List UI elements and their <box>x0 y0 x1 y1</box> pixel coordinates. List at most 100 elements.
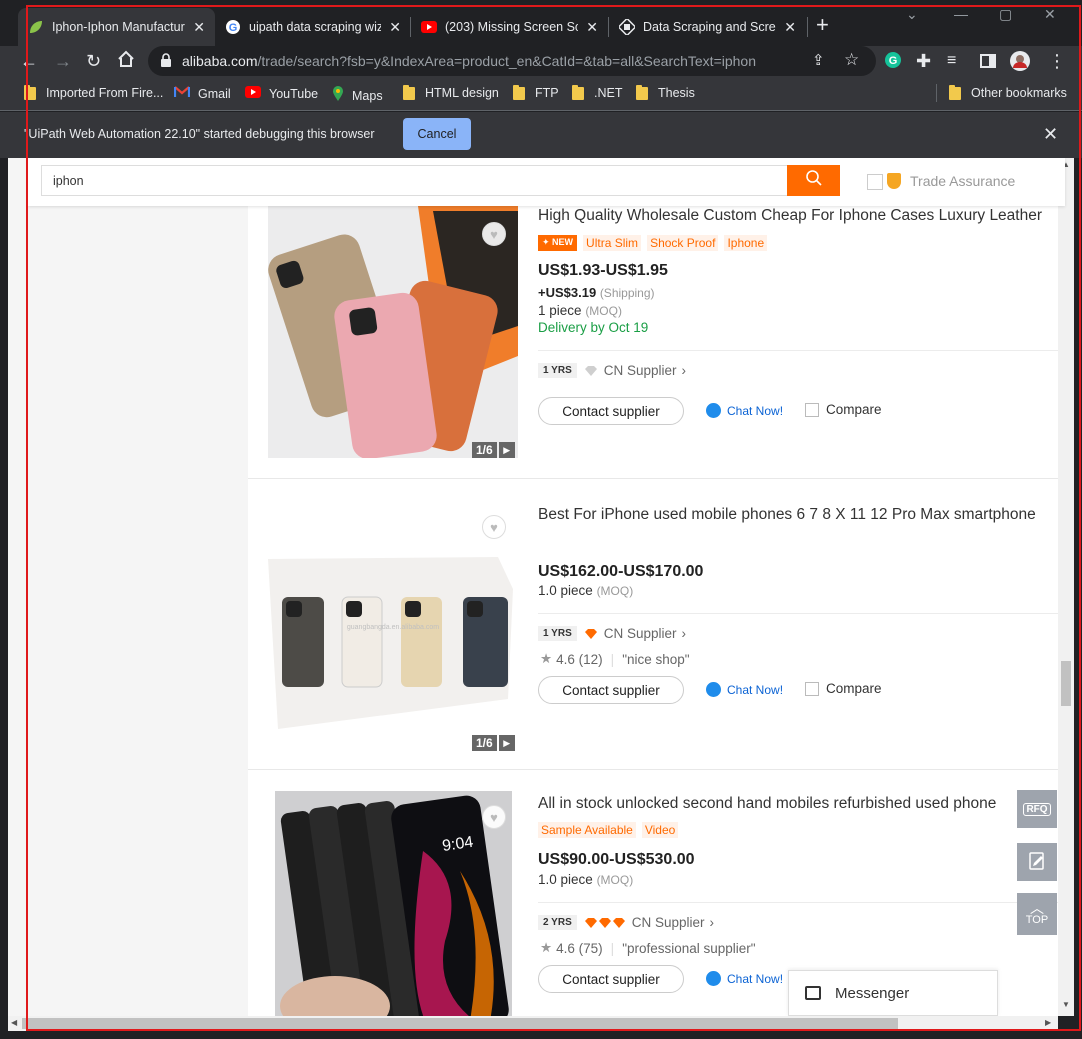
search-button[interactable] <box>787 165 840 196</box>
chat-label: Chat Now! <box>727 971 784 986</box>
results-list: ♥ 1/6 ▶ High Quality Wholesale Custom Che… <box>248 158 1074 1016</box>
feedback-button[interactable] <box>1017 843 1057 881</box>
extensions-icon[interactable]: ✚ <box>916 50 931 72</box>
rfq-button[interactable]: RFQ <box>1017 790 1057 828</box>
vertical-scrollbar[interactable]: ▲ ▼ <box>1058 158 1074 1016</box>
address-bar[interactable]: alibaba.com/trade/search?fsb=y&IndexArea… <box>148 46 876 76</box>
bookmark-star-icon[interactable]: ☆ <box>844 50 859 70</box>
forward-icon[interactable]: → <box>54 50 72 72</box>
bookmark-label: .NET <box>594 86 623 100</box>
scroll-right-icon[interactable]: ▶ <box>1045 1018 1051 1027</box>
product-image[interactable]: guangbangda.en.alibaba.com <box>268 499 518 751</box>
compare-toggle[interactable]: Compare <box>805 681 882 696</box>
product-image[interactable]: 9:04 <box>275 791 512 1016</box>
supplier-rating[interactable]: ★ 4.6 (12) | "nice shop" <box>540 651 690 667</box>
grammarly-icon[interactable]: G <box>884 51 902 74</box>
menu-kebab-icon[interactable]: ⋮ <box>1048 50 1066 72</box>
side-panel-icon[interactable] <box>980 52 996 74</box>
profile-avatar[interactable] <box>1009 50 1031 77</box>
years-badge: 2 YRS <box>538 915 577 930</box>
contact-supplier-button[interactable]: Contact supplier <box>538 965 684 993</box>
bookmark-html-design[interactable]: HTML design <box>403 84 499 100</box>
browser-window: Iphon-Iphon Manufactur ✕ G uipath data s… <box>0 0 1082 1039</box>
close-icon[interactable]: ✕ <box>1043 124 1058 145</box>
bookmark-label: HTML design <box>425 86 499 100</box>
contact-supplier-button[interactable]: Contact supplier <box>538 397 684 425</box>
product-title[interactable]: All in stock unlocked second hand mobile… <box>538 795 1018 813</box>
bookmark-gmail[interactable]: Gmail <box>173 86 231 101</box>
supplier-info[interactable]: 1 YRS CN Supplier › <box>538 363 686 378</box>
minimize-icon[interactable]: — <box>954 6 968 22</box>
favorite-heart-icon[interactable]: ♥ <box>482 222 506 246</box>
vertical-scroll-thumb[interactable] <box>1061 661 1071 706</box>
favorite-heart-icon[interactable]: ♥ <box>482 805 506 829</box>
product-image[interactable] <box>268 206 518 458</box>
chat-now-link[interactable]: Chat Now! <box>706 682 783 697</box>
close-icon[interactable]: ✕ <box>389 19 401 36</box>
contact-supplier-button[interactable]: Contact supplier <box>538 676 684 704</box>
messenger-label: Messenger <box>835 984 910 1002</box>
google-icon: G <box>225 19 241 35</box>
supplier-info[interactable]: 2 YRS CN Supplier › <box>538 915 714 930</box>
bookmark-imported[interactable]: Imported From Fire... <box>24 84 163 100</box>
supplier-rating[interactable]: ★ 4.6 (75) | "professional supplier" <box>540 940 756 956</box>
back-icon[interactable]: ← <box>20 50 38 72</box>
folder-icon <box>513 84 525 100</box>
supplier-type: CN Supplier <box>631 915 705 930</box>
product-price: US$1.93-US$1.95 <box>538 262 668 279</box>
window-close-icon[interactable]: ✕ <box>1044 6 1056 23</box>
close-icon[interactable]: ✕ <box>784 19 796 36</box>
edit-note-icon <box>1027 851 1047 874</box>
horizontal-scroll-thumb[interactable] <box>22 1018 898 1029</box>
chat-now-link[interactable]: Chat Now! <box>706 971 783 986</box>
product-title[interactable]: Best For iPhone used mobile phones 6 7 8… <box>538 506 1066 524</box>
review-quote: "professional supplier" <box>622 940 756 956</box>
cancel-debugging-button[interactable]: Cancel <box>403 118 471 150</box>
horizontal-scrollbar[interactable]: ◀ ▶ <box>8 1016 1058 1031</box>
home-icon[interactable] <box>117 50 135 73</box>
supplier-level-icon <box>584 365 597 376</box>
messenger-button[interactable]: Messenger <box>788 970 998 1016</box>
trade-assurance-checkbox[interactable] <box>867 174 883 190</box>
reading-list-icon[interactable]: ≡ <box>947 50 956 72</box>
compare-checkbox[interactable] <box>805 681 819 696</box>
tab-data-scraping[interactable]: Data Scraping and Screen ✕ <box>609 8 806 46</box>
svg-text:G: G <box>229 22 238 34</box>
chevron-right-icon: › <box>681 626 687 641</box>
supplier-type: CN Supplier <box>603 363 677 378</box>
close-icon[interactable]: ✕ <box>193 19 205 36</box>
compare-checkbox[interactable] <box>805 402 819 417</box>
scroll-down-icon[interactable]: ▼ <box>1062 1000 1070 1009</box>
bookmark-dotnet[interactable]: .NET <box>572 84 623 100</box>
bookmark-other[interactable]: Other bookmarks <box>949 84 1067 100</box>
tab-alibaba[interactable]: Iphon-Iphon Manufactur ✕ <box>18 8 215 46</box>
tab-uipath-search[interactable]: G uipath data scraping wiz ✕ <box>215 8 411 46</box>
url-host: alibaba.com <box>182 53 258 69</box>
supplier-info[interactable]: 1 YRS CN Supplier › <box>538 626 686 641</box>
back-to-top-button[interactable]: ︿ TOP <box>1017 893 1057 935</box>
years-value: 2 <box>543 917 549 928</box>
maximize-icon[interactable]: ▢ <box>999 6 1012 23</box>
search-input[interactable]: iphon <box>41 165 789 196</box>
moq: 1.0 piece (MOQ) <box>538 583 633 598</box>
bookmark-ftp[interactable]: FTP <box>513 84 559 100</box>
share-icon[interactable]: ⇪ <box>812 51 825 69</box>
scroll-left-icon[interactable]: ◀ <box>11 1018 17 1027</box>
favorite-heart-icon[interactable]: ♥ <box>482 515 506 539</box>
bookmark-thesis[interactable]: Thesis <box>636 84 695 100</box>
tab-youtube[interactable]: (203) Missing Screen Scr ✕ <box>411 8 608 46</box>
new-tab-button[interactable]: + <box>816 14 829 36</box>
reload-icon[interactable]: ↻ <box>86 50 101 72</box>
chat-now-link[interactable]: Chat Now! <box>706 403 783 418</box>
product-title[interactable]: High Quality Wholesale Custom Cheap For … <box>538 207 1066 225</box>
tab-search-icon[interactable]: ⌄ <box>906 6 918 23</box>
image-pager[interactable]: 1/6 ▶ <box>472 735 515 751</box>
bookmark-youtube[interactable]: YouTube <box>245 86 318 101</box>
compare-toggle[interactable]: Compare <box>805 402 882 417</box>
compare-label: Compare <box>826 402 882 417</box>
image-pager[interactable]: 1/6 ▶ <box>472 442 515 458</box>
folder-icon <box>572 84 584 100</box>
close-icon[interactable]: ✕ <box>586 19 598 36</box>
shipping-cost: +US$3.19 (Shipping) <box>538 285 655 300</box>
bookmark-maps[interactable]: Maps <box>332 86 383 105</box>
